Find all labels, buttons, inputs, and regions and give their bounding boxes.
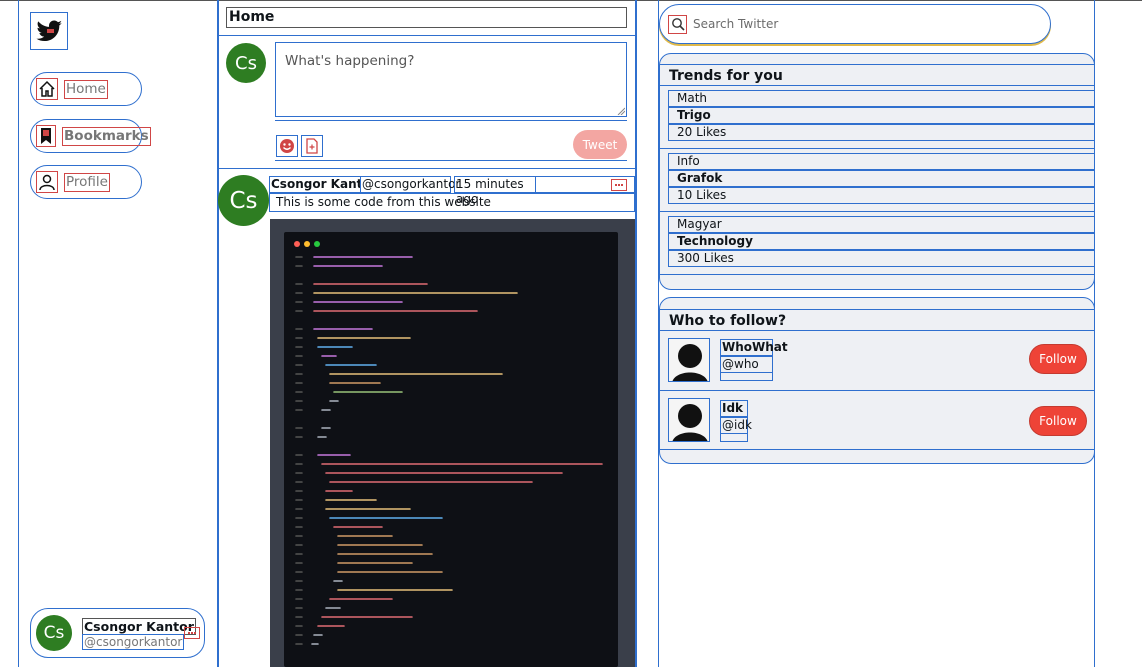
avatar: Cs (218, 175, 269, 226)
follow-title: Who to follow? (660, 309, 1094, 331)
bookmark-icon (36, 125, 56, 147)
search-placeholder: Search Twitter (693, 17, 779, 31)
resize-handle-icon[interactable] (617, 107, 625, 115)
image-icon[interactable] (301, 135, 323, 157)
follow-user-handle: @who (720, 356, 773, 373)
follow-button[interactable]: Follow (1029, 406, 1087, 436)
more-icon[interactable] (184, 627, 200, 639)
page-title: Home (226, 7, 627, 28)
composer-placeholder: What's happening? (285, 53, 415, 69)
avatar: Cs (226, 43, 266, 83)
sidebar-item-bookmarks[interactable]: Bookmarks (30, 119, 151, 153)
trend-likes: 20 Likes (668, 124, 1094, 141)
sidebar-item-profile[interactable]: Profile (30, 165, 142, 199)
home-icon (36, 78, 58, 100)
trend-item[interactable]: Info Grafok 10 Likes (660, 153, 1094, 204)
avatar: Cs (36, 615, 72, 651)
trend-category: Magyar (668, 216, 1094, 233)
bird-icon (36, 20, 62, 41)
search-icon (668, 14, 687, 34)
search-input[interactable]: Search Twitter (659, 4, 1051, 44)
user-icon (36, 171, 58, 193)
trend-likes: 300 Likes (668, 250, 1094, 267)
follow-suggestion[interactable]: Idk @idk Follow (660, 392, 1094, 450)
more-icon[interactable] (611, 179, 627, 191)
trend-item[interactable]: Magyar Technology 300 Likes (660, 216, 1094, 267)
profile-name: Csongor Kantor (82, 618, 196, 635)
trends-panel: Trends for you Math Trigo 20 Likes Info … (659, 53, 1095, 290)
trend-topic: Trigo (668, 107, 1094, 124)
follow-user-name[interactable]: WhoWhat (720, 339, 788, 356)
follow-user-name[interactable]: Idk (720, 400, 748, 417)
trend-topic: Technology (668, 233, 1094, 250)
trends-title: Trends for you (660, 64, 1094, 86)
avatar (668, 338, 710, 382)
avatar (668, 398, 710, 442)
sidebar-item-label: Bookmarks (62, 126, 151, 146)
trend-likes: 10 Likes (668, 187, 1094, 204)
tweet-composer-input[interactable]: What's happening? (275, 42, 627, 117)
profile-handle: @csongorkantor (82, 634, 185, 650)
trend-category: Info (668, 153, 1094, 170)
who-to-follow-panel: Who to follow? WhoWhat @who Follow Idk @… (659, 297, 1095, 464)
account-switcher[interactable]: Cs Csongor Kantor @csongorkantor (30, 608, 205, 658)
sidebar-item-home[interactable]: Home (30, 72, 142, 106)
post-timestamp: 15 minutes ago (454, 176, 536, 206)
follow-button[interactable]: Follow (1029, 344, 1087, 374)
follow-user-handle: @idk (720, 417, 752, 434)
follow-suggestion[interactable]: WhoWhat @who Follow (660, 332, 1094, 391)
trend-topic: Grafok (668, 170, 1094, 187)
code-lines (295, 256, 603, 645)
post-text: This is some code from this website (269, 193, 635, 212)
trend-category: Math (668, 90, 1094, 107)
emoji-icon[interactable] (276, 135, 298, 157)
code-screenshot (284, 232, 618, 667)
sidebar-item-label: Profile (64, 172, 110, 192)
trend-item[interactable]: Math Trigo 20 Likes (660, 90, 1094, 141)
sidebar-item-label: Home (64, 79, 108, 99)
post-author-handle[interactable]: @csongorkantor (360, 176, 460, 193)
twitter-logo[interactable] (30, 12, 68, 50)
tweet-button[interactable]: Tweet (573, 130, 627, 159)
